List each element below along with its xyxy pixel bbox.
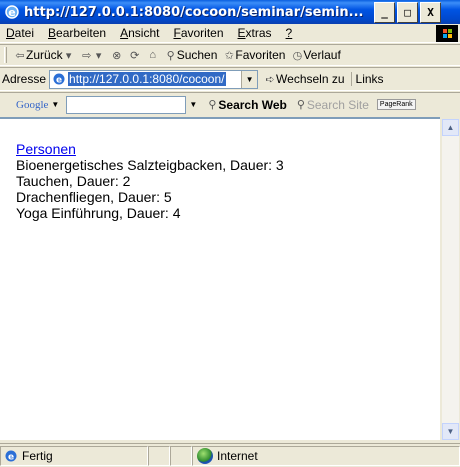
history-button[interactable]: ◷ Verlauf (288, 48, 343, 62)
menu-bearbeiten-label: earbeiten (56, 26, 107, 40)
menu-favoriten-label: avoriten (180, 26, 224, 40)
menu-extras-mnemonic: E (237, 26, 246, 40)
address-input[interactable]: e http://127.0.0.1:8080/cocoon/ ▼ (49, 69, 259, 89)
google-logo[interactable]: Google (16, 99, 48, 111)
forward-arrow-icon: ⇨ (82, 49, 92, 62)
pagerank-indicator: PageRank (376, 99, 416, 110)
address-label: Adresse (2, 72, 47, 86)
status-text: Fertig (22, 448, 53, 463)
address-bar: Adresse e http://127.0.0.1:8080/cocoon/ … (0, 67, 460, 91)
history-label: Verlauf (303, 48, 341, 62)
favorites-button[interactable]: ✩ Favoriten (220, 48, 288, 62)
menu-bearbeiten-mnemonic: B (48, 26, 57, 40)
menu-extras-label: xtras (245, 26, 272, 40)
favorites-icon: ✩ (224, 49, 234, 62)
vertical-scrollbar[interactable]: ▲ ▼ (442, 119, 459, 440)
search-web-label: Search Web (218, 97, 287, 112)
google-toolbar: Google ▼ ▼ ⚲ Search Web ⚲ Search Site Pa… (0, 92, 460, 116)
menu-datei[interactable]: Datei (0, 26, 42, 40)
svg-text:e: e (56, 76, 62, 86)
menu-help[interactable]: ? (280, 26, 301, 40)
refresh-icon: ⟳ (130, 49, 140, 62)
search-site-label: Search Site (306, 97, 369, 112)
go-label: Wechseln zu (276, 72, 345, 86)
search-web-button[interactable]: ⚲ Search Web (206, 97, 287, 112)
standard-toolbar: ⇦ Zurück ▾ ⇨ ▾ ⊗ ⟳ ⌂ ⚲ Suchen ✩ Favorite… (0, 44, 460, 66)
toolbar-grip[interactable] (4, 47, 7, 63)
menu-datei-label: atei (14, 26, 35, 40)
back-button[interactable]: ⇦ Zurück ▾ (11, 48, 78, 62)
status-cell: e Fertig (0, 445, 148, 466)
menu-favoriten-mnemonic: F (173, 26, 181, 40)
title-bar[interactable]: e http://127.0.0.1:8080/cocoon/seminar/s… (0, 0, 460, 24)
search-site-icon: ⚲ (296, 99, 305, 111)
links-button[interactable]: Links (350, 72, 384, 86)
entry-2: Tauchen, Dauer: 2 (16, 173, 131, 189)
menu-datei-mnemonic: D (6, 26, 15, 40)
search-web-icon: ⚲ (208, 99, 217, 111)
zone-text: Internet (217, 448, 258, 463)
menu-favoriten[interactable]: Favoriten (167, 26, 231, 40)
scroll-down-icon[interactable]: ▼ (442, 423, 459, 440)
personen-link[interactable]: Personen (16, 141, 76, 157)
menu-ansicht-label: nsicht (128, 26, 160, 40)
scroll-up-icon[interactable]: ▲ (442, 119, 459, 136)
menu-ansicht[interactable]: Ansicht (114, 26, 167, 40)
google-menu-dropdown-icon[interactable]: ▼ (48, 96, 62, 114)
menu-help-mnemonic: ? (285, 26, 293, 40)
forward-dropdown-icon[interactable]: ▾ (93, 49, 105, 62)
entry-3: Drachenfliegen, Dauer: 5 (16, 189, 172, 205)
svg-text:e: e (8, 452, 14, 462)
search-button[interactable]: ⚲ Suchen (162, 48, 221, 62)
minimize-button[interactable]: _ (374, 1, 395, 23)
go-arrow-icon: ➪ (265, 73, 275, 86)
internet-zone-icon (197, 447, 213, 464)
status-progress-cell (148, 445, 170, 466)
stop-icon: ⊗ (112, 49, 122, 62)
status-page-icon: e (4, 449, 18, 463)
go-button[interactable]: ➪ Wechseln zu (264, 72, 344, 86)
status-bar: e Fertig Internet (0, 443, 460, 467)
menu-bar: Datei Bearbeiten Ansicht Favoriten Extra… (0, 24, 460, 43)
back-arrow-icon: ⇦ (15, 49, 25, 62)
zone-cell: Internet (192, 445, 460, 466)
history-icon: ◷ (292, 49, 303, 62)
google-search-dropdown-icon[interactable]: ▼ (186, 96, 200, 114)
address-value: http://127.0.0.1:8080/cocoon/ (68, 72, 226, 86)
page-icon: e (52, 72, 66, 86)
back-label: Zurück (26, 48, 63, 62)
favorites-label: Favoriten (235, 48, 286, 62)
close-button[interactable]: X (420, 1, 441, 23)
windows-logo-icon (436, 25, 458, 42)
menu-ansicht-mnemonic: A (120, 26, 129, 40)
forward-button[interactable]: ⇨ ▾ (78, 49, 108, 62)
home-icon: ⌂ (149, 49, 157, 61)
back-dropdown-icon[interactable]: ▾ (63, 49, 75, 62)
stop-button[interactable]: ⊗ (108, 49, 126, 62)
window-title: http://127.0.0.1:8080/cocoon/seminar/sem… (24, 4, 364, 20)
ie-logo-icon: e (4, 4, 20, 20)
home-button[interactable]: ⌂ (144, 49, 162, 61)
maximize-button[interactable]: □ (397, 1, 418, 23)
address-dropdown-icon[interactable]: ▼ (241, 70, 258, 88)
search-label: Suchen (176, 48, 218, 62)
refresh-button[interactable]: ⟳ (126, 49, 144, 62)
google-search-input[interactable] (66, 95, 187, 114)
entry-1: Bioenergetisches Salzteigbacken, Dauer: … (16, 157, 284, 173)
svg-text:e: e (8, 6, 15, 19)
menu-bearbeiten[interactable]: Bearbeiten (42, 26, 114, 40)
page-content: Personen Bioenergetisches Salzteigbacken… (0, 117, 440, 440)
entry-4: Yoga Einführung, Dauer: 4 (16, 205, 181, 221)
search-icon: ⚲ (166, 49, 175, 62)
menu-extras[interactable]: Extras (232, 26, 280, 40)
status-security-cell (170, 445, 192, 466)
search-site-button[interactable]: ⚲ Search Site (295, 98, 369, 112)
